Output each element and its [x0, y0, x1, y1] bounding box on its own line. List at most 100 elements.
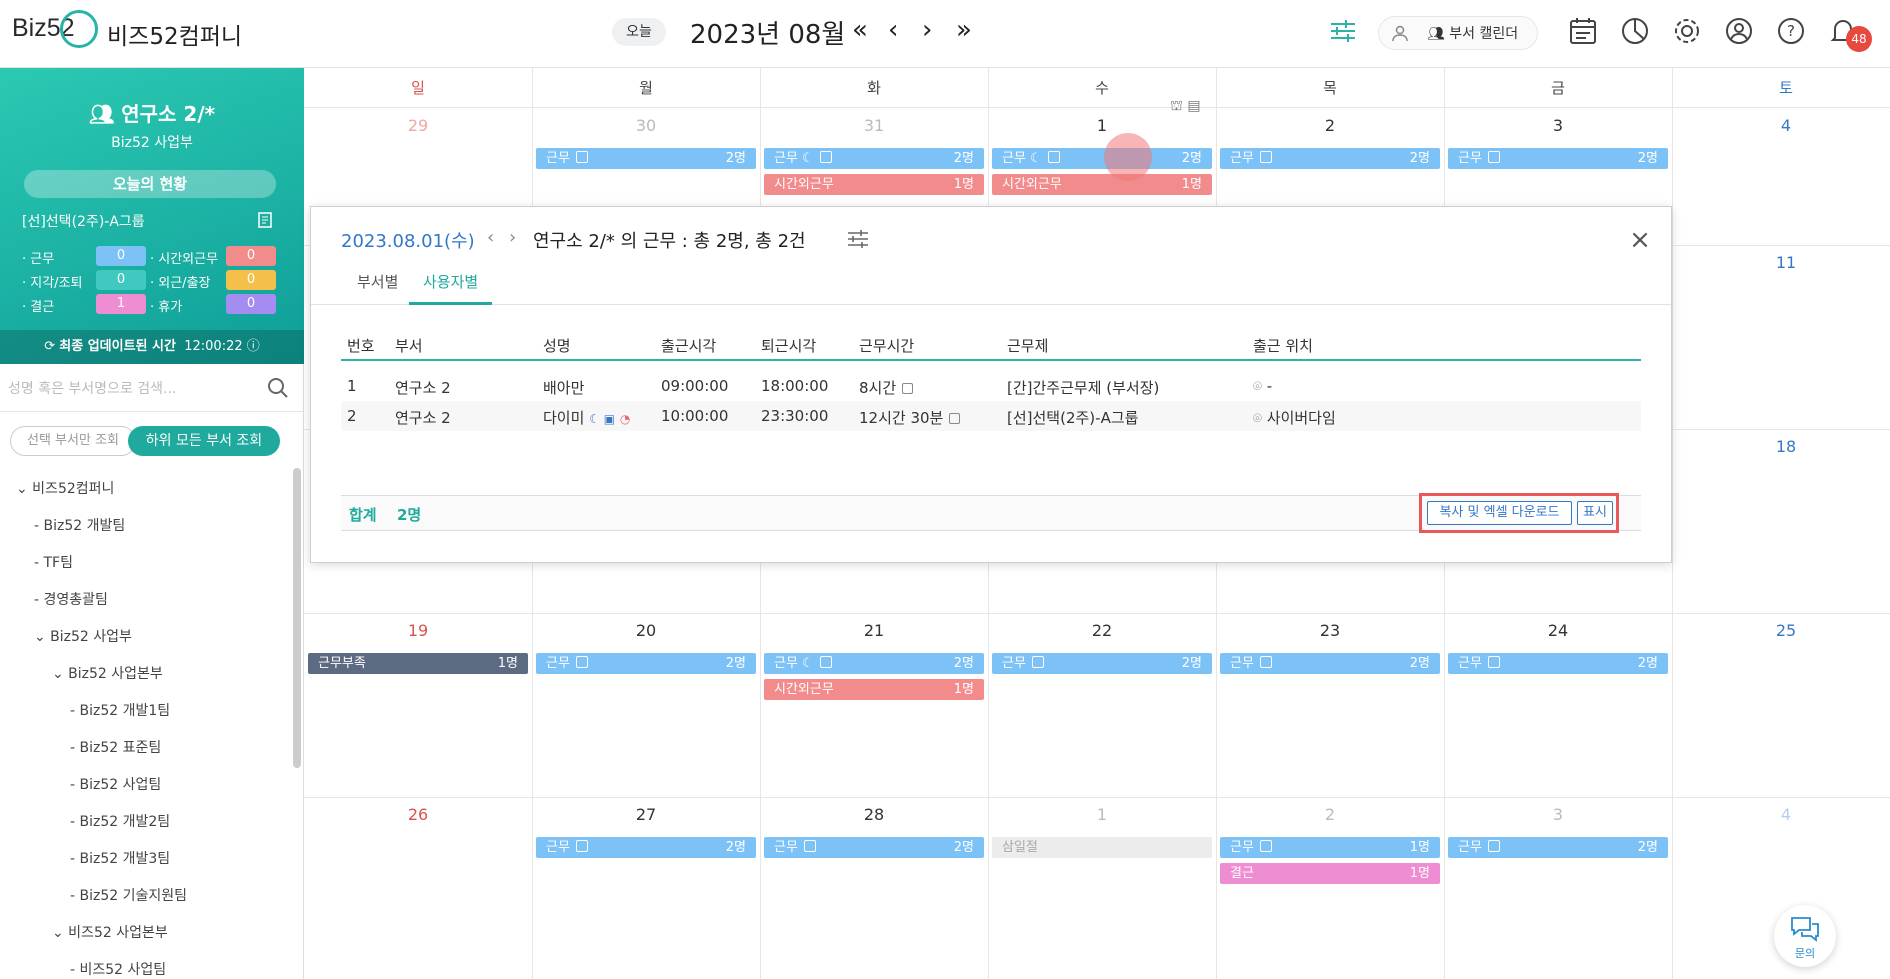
today-status-button[interactable]: 오늘의 현황: [24, 170, 276, 198]
calendar-event[interactable]: 시간외근무 1명: [764, 679, 984, 700]
tree-item[interactable]: - TF팀: [34, 552, 73, 572]
calendar-event[interactable]: 근무부족 1명: [308, 653, 528, 674]
tree-item[interactable]: - Biz52 표준팀: [70, 737, 161, 757]
calendar-event[interactable]: 시간외근무 1명: [764, 174, 984, 195]
help-icon[interactable]: ?: [1774, 14, 1808, 48]
day-number[interactable]: 18: [1672, 437, 1890, 456]
modal-next-day[interactable]: ›: [509, 227, 516, 248]
column-header[interactable]: 출근 위치: [1253, 335, 1313, 356]
detail-icon[interactable]: [949, 413, 961, 424]
day-number[interactable]: 29: [304, 116, 532, 135]
day-number[interactable]: 11: [1672, 253, 1890, 272]
day-number[interactable]: 4: [1672, 805, 1890, 824]
day-number[interactable]: 22: [988, 621, 1216, 640]
calendar-event[interactable]: 근무 2명: [1220, 148, 1440, 169]
day-number[interactable]: 2: [1216, 116, 1444, 135]
tab-by-user[interactable]: 사용자별: [409, 271, 493, 305]
calendar-event[interactable]: 근무 1명: [1220, 837, 1440, 858]
calendar-event[interactable]: 근무 2명: [992, 653, 1212, 674]
day-tools-icon[interactable]: ⛫ ▤: [1170, 98, 1201, 116]
calendar-event[interactable]: 근무 2명: [536, 653, 756, 674]
last-month-button[interactable]: »: [956, 14, 972, 46]
column-header[interactable]: 근무제: [1007, 335, 1048, 356]
calendar-event[interactable]: 시간외근무 1명: [992, 174, 1212, 195]
tree-item[interactable]: - Biz52 개발팀: [34, 515, 125, 535]
tree-item[interactable]: - Biz52 사업팀: [70, 774, 161, 794]
calendar-event[interactable]: 근무 2명: [1448, 837, 1668, 858]
inquiry-chat-button[interactable]: 문의: [1774, 905, 1836, 967]
profile-icon[interactable]: [1722, 14, 1756, 48]
tree-item[interactable]: ⌄ Biz52 사업본부: [52, 663, 163, 683]
tree-item[interactable]: - 비즈52 사업팀: [70, 959, 166, 979]
tab-by-dept[interactable]: 부서별: [357, 271, 398, 302]
document-icon[interactable]: [256, 211, 274, 229]
prev-month-button[interactable]: ‹: [888, 14, 898, 46]
tree-item[interactable]: - 경영총괄팀: [34, 589, 108, 609]
day-number[interactable]: 30: [532, 116, 760, 135]
calendar-event[interactable]: 근무 2명: [536, 837, 756, 858]
day-number[interactable]: 21: [760, 621, 988, 640]
calendar-event[interactable]: 삼일절: [992, 837, 1212, 858]
search-input[interactable]: [8, 377, 248, 401]
column-header[interactable]: 부서: [395, 335, 423, 356]
day-number[interactable]: 3: [1444, 805, 1672, 824]
column-header[interactable]: 번호: [347, 335, 375, 356]
dept-calendar-toggle[interactable]: 👥︎ 부서 캘린더: [1378, 16, 1538, 50]
day-number[interactable]: 31: [760, 116, 988, 135]
selected-dept-only-button[interactable]: 선택 부서만 조회: [10, 426, 136, 456]
copy-excel-download-button[interactable]: 복사 및 엑셀 다운로드: [1427, 501, 1572, 525]
gear-icon[interactable]: [1670, 14, 1704, 48]
tree-item[interactable]: - Biz52 기술지원팀: [70, 885, 187, 905]
tree-item[interactable]: - Biz52 개발3팀: [70, 848, 170, 868]
tree-item[interactable]: ⌄ Biz52 사업부: [34, 626, 132, 646]
day-number[interactable]: 4: [1672, 116, 1890, 135]
column-header[interactable]: 출근시각: [661, 335, 716, 356]
column-header[interactable]: 근무시간: [859, 335, 914, 356]
day-number[interactable]: 24: [1444, 621, 1672, 640]
detail-icon[interactable]: [902, 383, 914, 394]
calendar-event[interactable]: 근무 ☾ 2명: [764, 148, 984, 169]
column-header[interactable]: 퇴근시각: [761, 335, 816, 356]
calendar-event[interactable]: 근무 ☾ 2명: [764, 653, 984, 674]
day-number[interactable]: 1: [988, 116, 1216, 135]
calendar-event[interactable]: 근무 2명: [536, 148, 756, 169]
calendar-event[interactable]: 근무 2명: [1448, 148, 1668, 169]
chart-icon[interactable]: [1618, 14, 1652, 48]
calendar-event[interactable]: 근무 2명: [1220, 653, 1440, 674]
day-number[interactable]: 27: [532, 805, 760, 824]
filter-icon[interactable]: [1328, 16, 1358, 46]
tree-item[interactable]: ⌄ 비즈52 사업본부: [52, 922, 168, 942]
day-number[interactable]: 26: [304, 805, 532, 824]
day-number[interactable]: 19: [304, 621, 532, 640]
calendar-event[interactable]: 근무 ☾ 2명: [992, 148, 1212, 169]
next-month-button[interactable]: ›: [922, 14, 932, 46]
day-number[interactable]: 23: [1216, 621, 1444, 640]
calendar-event[interactable]: 근무 2명: [764, 837, 984, 858]
search-icon[interactable]: [266, 376, 290, 400]
column-header[interactable]: 성명: [543, 335, 571, 356]
close-icon[interactable]: ×: [1629, 227, 1651, 253]
all-subdept-button[interactable]: 하위 모든 부서 조회: [128, 426, 280, 456]
first-month-button[interactable]: «: [852, 14, 868, 46]
table-row[interactable]: 1 연구소 2 배아만 09:00:00 18:00:00 8시간 [간]간주근무제 (부서…: [341, 371, 1641, 401]
calendar-icon[interactable]: [1566, 14, 1600, 48]
event-count: 2명: [1181, 656, 1202, 671]
tree-item[interactable]: ⌄ 비즈52컴퍼니: [16, 478, 114, 498]
show-button[interactable]: 표시: [1577, 501, 1613, 525]
day-number[interactable]: 2: [1216, 805, 1444, 824]
day-number[interactable]: 3: [1444, 116, 1672, 135]
day-number[interactable]: 20: [532, 621, 760, 640]
calendar-event[interactable]: 결근 1명: [1220, 863, 1440, 884]
calendar-event[interactable]: 근무 2명: [1448, 653, 1668, 674]
tree-item[interactable]: - Biz52 개발2팀: [70, 811, 170, 831]
day-number[interactable]: 1: [988, 805, 1216, 824]
logo[interactable]: Biz52: [12, 10, 98, 48]
today-button[interactable]: 오늘: [612, 18, 666, 46]
day-number[interactable]: 25: [1672, 621, 1890, 640]
table-row[interactable]: 2 연구소 2 다이미 ☾ ▣ ◔ 10:00:00 23:30:00 12시간 30분 […: [341, 401, 1641, 431]
modal-prev-day[interactable]: ‹: [487, 227, 494, 248]
sidebar-scrollbar[interactable]: [293, 468, 301, 768]
modal-filter-icon[interactable]: [846, 227, 870, 251]
tree-item[interactable]: - Biz52 개발1팀: [70, 700, 170, 720]
day-number[interactable]: 28: [760, 805, 988, 824]
